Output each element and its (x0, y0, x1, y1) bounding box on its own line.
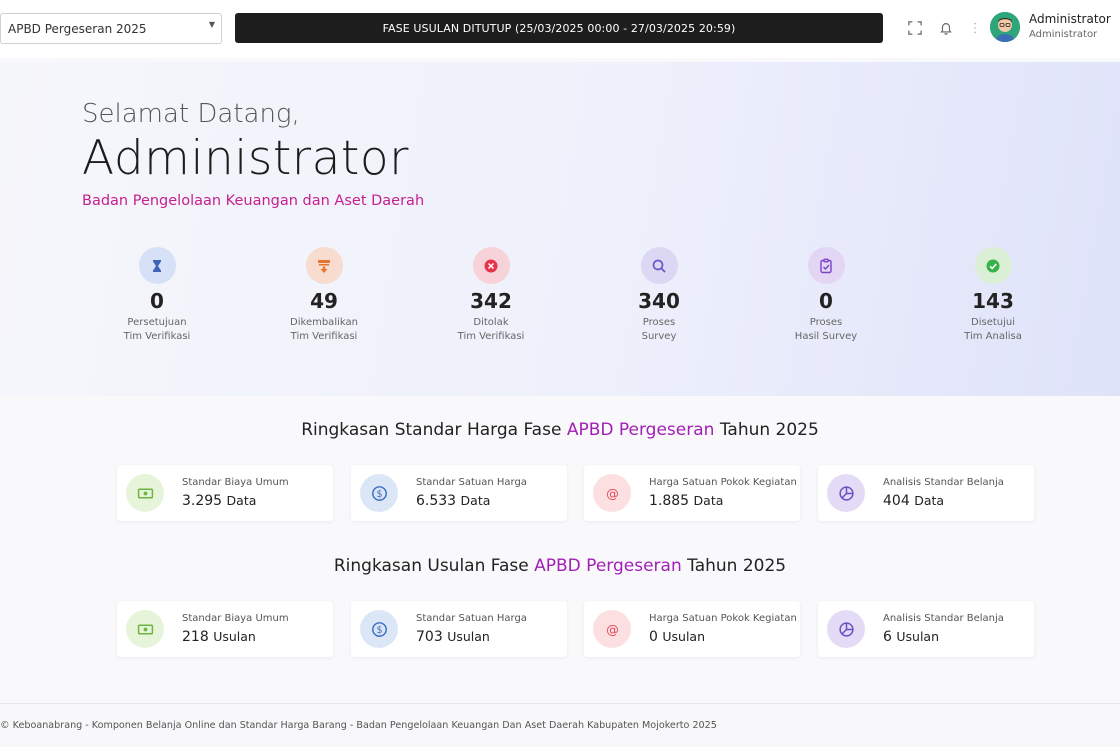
card-analisis-standar-belanja[interactable]: Analisis Standar Belanja 404 Data (818, 465, 1034, 521)
stat-value: 49 (310, 289, 338, 313)
check-icon (974, 247, 1012, 284)
stat-value: 340 (638, 289, 680, 313)
card-usulan-standar-satuan-harga[interactable]: $ Standar Satuan Harga 703 Usulan (351, 601, 567, 657)
card-unit: Data (460, 493, 491, 508)
card-value: 3.295 (182, 493, 223, 509)
at-sign-icon: @ (593, 474, 631, 512)
clipboard-icon (807, 247, 845, 284)
stat-label: Tim Verifikasi (290, 331, 358, 342)
card-unit: Data (226, 493, 257, 508)
return-icon (305, 247, 343, 284)
stat-label: Tim Analisa (964, 331, 1022, 342)
stat-disetujui-tim-analisa: 143 Disetujui Tim Analisa (918, 247, 1068, 344)
fullscreen-icon[interactable] (907, 20, 923, 36)
stat-value: 0 (819, 289, 833, 313)
user-role: Administrator (1029, 29, 1098, 40)
card-usulan-standar-biaya-umum[interactable]: Standar Biaya Umum 218 Usulan (117, 601, 333, 657)
card-value: 6.533 (416, 493, 457, 509)
svg-text:$: $ (376, 625, 382, 636)
search-icon (640, 247, 678, 284)
card-unit: Data (914, 493, 945, 508)
money-icon (126, 474, 164, 512)
stat-value: 143 (972, 289, 1014, 313)
stat-label: Hasil Survey (794, 331, 858, 342)
chevron-down-icon: ▼ (208, 20, 215, 29)
stat-label: Ditolak (473, 317, 509, 328)
stat-label: Dikembalikan (290, 317, 358, 328)
phase-status-banner: FASE USULAN DITUTUP (25/03/2025 00:00 - … (235, 13, 883, 43)
more-vertical-icon[interactable] (967, 20, 983, 36)
card-usulan-analisis-standar-belanja[interactable]: Analisis Standar Belanja 6 Usulan (818, 601, 1034, 657)
svg-text:$: $ (376, 489, 382, 500)
organization-name: Badan Pengelolaan Keuangan dan Aset Daer… (82, 193, 425, 209)
pie-chart-icon (827, 610, 865, 648)
stat-label: Disetujui (971, 317, 1015, 328)
card-value: 218 (182, 629, 209, 645)
greeting-text: Selamat Datang, (82, 99, 300, 129)
money-icon (126, 610, 164, 648)
phase-status-text: FASE USULAN DITUTUP (25/03/2025 00:00 - … (382, 21, 736, 35)
stat-proses-survey: 340 Proses Survey (584, 247, 734, 344)
card-value: 404 (883, 493, 910, 509)
stat-persetujuan-tim-verifikasi: 0 Persetujuan Tim Verifikasi (82, 247, 232, 344)
card-unit: Usulan (213, 629, 256, 644)
card-value: 6 (883, 629, 892, 645)
section-title-prefix: Ringkasan Standar Harga Fase (301, 420, 562, 440)
card-value: 0 (649, 629, 658, 645)
pie-chart-icon (827, 474, 865, 512)
card-standar-satuan-harga[interactable]: $ Standar Satuan Harga 6.533 Data (351, 465, 567, 521)
stat-ditolak-tim-verifikasi: 342 Ditolak Tim Verifikasi (416, 247, 566, 344)
card-label: Harga Satuan Pokok Kegiatan (649, 613, 797, 624)
card-label: Analisis Standar Belanja (883, 477, 1004, 488)
stat-value: 342 (470, 289, 512, 313)
card-label: Harga Satuan Pokok Kegiatan (649, 477, 797, 488)
footer-copyright: © Keboanabrang - Komponen Belanja Online… (0, 720, 717, 731)
card-label: Analisis Standar Belanja (883, 613, 1004, 624)
section-title-suffix: Tahun 2025 (687, 556, 787, 576)
card-label: Standar Satuan Harga (416, 613, 527, 624)
stat-label: Tim Verifikasi (457, 331, 525, 342)
budget-phase-select-value: APBD Pergeseran 2025 (8, 22, 147, 36)
hourglass-icon (138, 247, 176, 284)
section-title-prefix: Ringkasan Usulan Fase (333, 556, 529, 576)
stat-proses-hasil-survey: 0 Proses Hasil Survey (751, 247, 901, 344)
top-header: APBD Pergeseran 2025 ▼ FASE USULAN DITUT… (0, 0, 1120, 58)
dollar-coin-icon: $ (360, 474, 398, 512)
proposal-summary-title: Ringkasan Usulan Fase APBD Pergeseran Ta… (0, 556, 1120, 576)
card-unit: Usulan (896, 629, 940, 644)
stat-label: Tim Verifikasi (123, 331, 191, 342)
stat-label: Persetujuan (127, 317, 187, 328)
standard-summary-title: Ringkasan Standar Harga Fase APBD Perges… (0, 420, 1120, 440)
card-label: Standar Biaya Umum (182, 613, 289, 624)
card-value: 703 (416, 629, 443, 645)
card-harga-satuan-pokok-kegiatan[interactable]: @ Harga Satuan Pokok Kegiatan 1.885 Data (584, 465, 800, 521)
notification-bell-icon[interactable] (938, 20, 954, 36)
dollar-coin-icon: $ (360, 610, 398, 648)
welcome-user-name: Administrator (82, 131, 409, 186)
stat-label: Proses (809, 317, 843, 328)
svg-text:@: @ (606, 622, 619, 637)
reject-icon (472, 247, 510, 284)
card-label: Standar Satuan Harga (416, 477, 527, 488)
stat-value: 0 (150, 289, 164, 313)
at-sign-icon: @ (593, 610, 631, 648)
budget-phase-select[interactable]: APBD Pergeseran 2025 ▼ (0, 13, 222, 44)
card-unit: Usulan (447, 629, 490, 644)
card-unit: Usulan (662, 629, 706, 644)
card-usulan-harga-satuan-pokok-kegiatan[interactable]: @ Harga Satuan Pokok Kegiatan 0 Usulan (584, 601, 800, 657)
section-title-suffix: Tahun 2025 (719, 420, 819, 440)
page-footer: © Keboanabrang - Komponen Belanja Online… (0, 703, 1120, 747)
card-standar-biaya-umum[interactable]: Standar Biaya Umum 3.295 Data (117, 465, 333, 521)
user-avatar[interactable] (990, 12, 1020, 42)
section-title-highlight: APBD Pergeseran (534, 556, 682, 576)
card-unit: Data (693, 493, 724, 508)
user-name[interactable]: Administrator (1029, 12, 1111, 26)
svg-text:@: @ (606, 486, 619, 501)
section-title-highlight: APBD Pergeseran (566, 420, 715, 440)
card-label: Standar Biaya Umum (182, 477, 289, 488)
stat-dikembalikan-tim-verifikasi: 49 Dikembalikan Tim Verifikasi (249, 247, 399, 344)
card-value: 1.885 (649, 493, 690, 509)
stat-label: Survey (641, 331, 677, 342)
stat-label: Proses (642, 317, 676, 328)
